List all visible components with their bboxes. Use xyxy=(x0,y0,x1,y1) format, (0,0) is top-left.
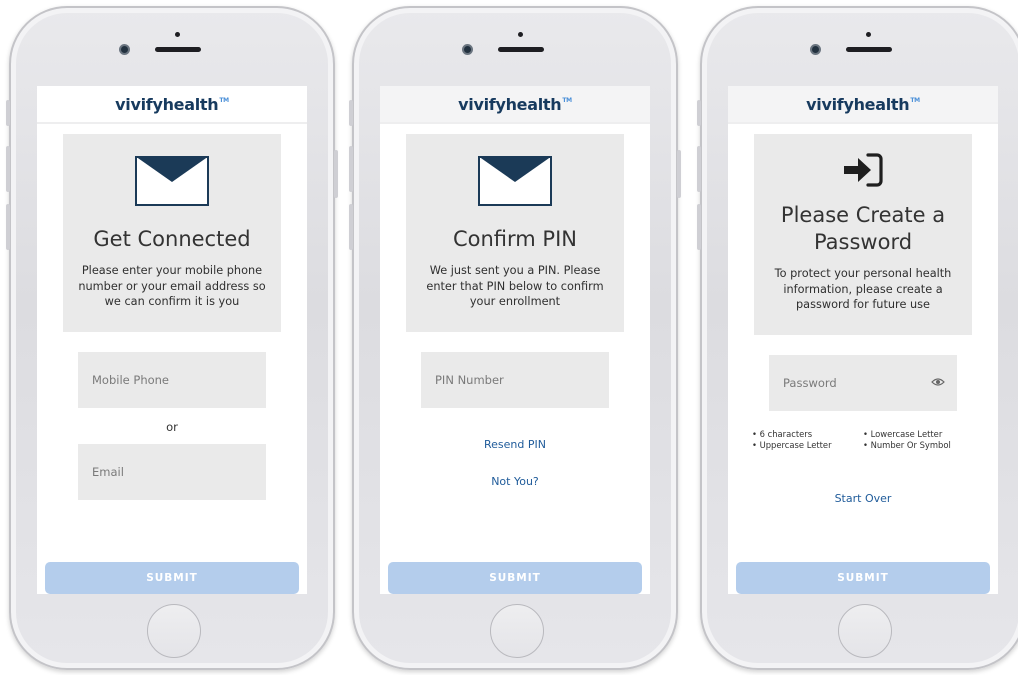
mute-switch xyxy=(697,100,701,126)
proximity-sensor xyxy=(866,32,871,37)
screen: vivifyhealth TM Get Connected Please ente… xyxy=(37,86,307,594)
volume-up-button xyxy=(349,146,353,192)
show-password-eye-icon[interactable] xyxy=(931,377,945,387)
instructions-text: We just sent you a PIN. Please enter tha… xyxy=(426,264,604,308)
screen: vivifyhealth TM Confirm PIN We just sent … xyxy=(380,86,650,594)
sign-in-icon xyxy=(844,153,883,187)
info-card: Confirm PIN We just sent you a PIN. Plea… xyxy=(406,134,624,332)
instructions-text: Please enter your mobile phone number or… xyxy=(78,264,266,308)
earpiece-speaker xyxy=(846,47,892,52)
power-button xyxy=(334,150,338,198)
resend-pin-link[interactable]: Resend PIN xyxy=(380,438,650,451)
app-header: vivifyhealth TM xyxy=(380,86,650,124)
start-over-link[interactable]: Start Over xyxy=(728,492,998,505)
phone-mockup-get-connected: vivifyhealth TM Get Connected Please ente… xyxy=(6,6,338,670)
info-card: Get Connected Please enter your mobile p… xyxy=(63,134,281,332)
email-input[interactable]: Email xyxy=(78,443,266,500)
or-separator: or xyxy=(166,419,178,434)
earpiece-speaker xyxy=(155,47,201,52)
pin-input[interactable]: PIN Number xyxy=(421,351,609,408)
volume-down-button xyxy=(697,204,701,250)
vivifyhealth-logo: vivifyhealth TM xyxy=(115,94,229,114)
not-you-link[interactable]: Not You? xyxy=(380,475,650,488)
page-title: Confirm PIN xyxy=(452,227,577,251)
vivifyhealth-logo: vivifyhealth TM xyxy=(806,94,920,114)
password-rules: 6 characters Lowercase Letter Uppercase … xyxy=(752,429,974,450)
email-placeholder: Email xyxy=(92,464,124,479)
info-card: Please Create a Password To protect your… xyxy=(754,134,972,335)
home-button xyxy=(838,604,892,658)
page-title: Get Connected xyxy=(93,227,251,251)
mute-switch xyxy=(349,100,353,126)
mobile-phone-input[interactable]: Mobile Phone xyxy=(78,351,266,408)
front-camera xyxy=(462,44,473,55)
app-header: vivifyhealth TM xyxy=(728,86,998,124)
proximity-sensor xyxy=(175,32,180,37)
power-button xyxy=(677,150,681,198)
mute-switch xyxy=(6,100,10,126)
volume-down-button xyxy=(349,204,353,250)
pin-placeholder: PIN Number xyxy=(435,372,504,387)
home-button xyxy=(147,604,201,658)
earpiece-speaker xyxy=(498,47,544,52)
mobile-phone-placeholder: Mobile Phone xyxy=(92,372,170,387)
page-title: Please Create a Password xyxy=(780,203,946,254)
volume-down-button xyxy=(6,204,10,250)
home-button xyxy=(490,604,544,658)
volume-up-button xyxy=(697,146,701,192)
rule-item: Number Or Symbol xyxy=(863,440,974,450)
password-placeholder: Password xyxy=(783,375,837,390)
vivifyhealth-logo: vivifyhealth TM xyxy=(458,94,572,114)
instructions-text: To protect your personal health informat… xyxy=(774,267,952,311)
proximity-sensor xyxy=(518,32,523,37)
phone-mockup-confirm-pin: vivifyhealth TM Confirm PIN We just sent … xyxy=(349,6,681,670)
front-camera xyxy=(119,44,130,55)
envelope-icon xyxy=(478,156,552,206)
submit-button[interactable]: SUBMIT xyxy=(388,562,642,594)
phone-mockup-create-password: vivifyhealth TM Please Create a Password … xyxy=(697,6,1018,670)
volume-up-button xyxy=(6,146,10,192)
rule-item: 6 characters xyxy=(752,429,863,439)
rule-item: Uppercase Letter xyxy=(752,440,863,450)
envelope-icon xyxy=(135,156,209,206)
front-camera xyxy=(810,44,821,55)
app-header: vivifyhealth TM xyxy=(37,86,307,124)
rule-item: Lowercase Letter xyxy=(863,429,974,439)
screen: vivifyhealth TM Please Create a Password … xyxy=(728,86,998,594)
password-input[interactable]: Password xyxy=(769,354,957,411)
submit-button[interactable]: SUBMIT xyxy=(45,562,299,594)
submit-button[interactable]: SUBMIT xyxy=(736,562,990,594)
